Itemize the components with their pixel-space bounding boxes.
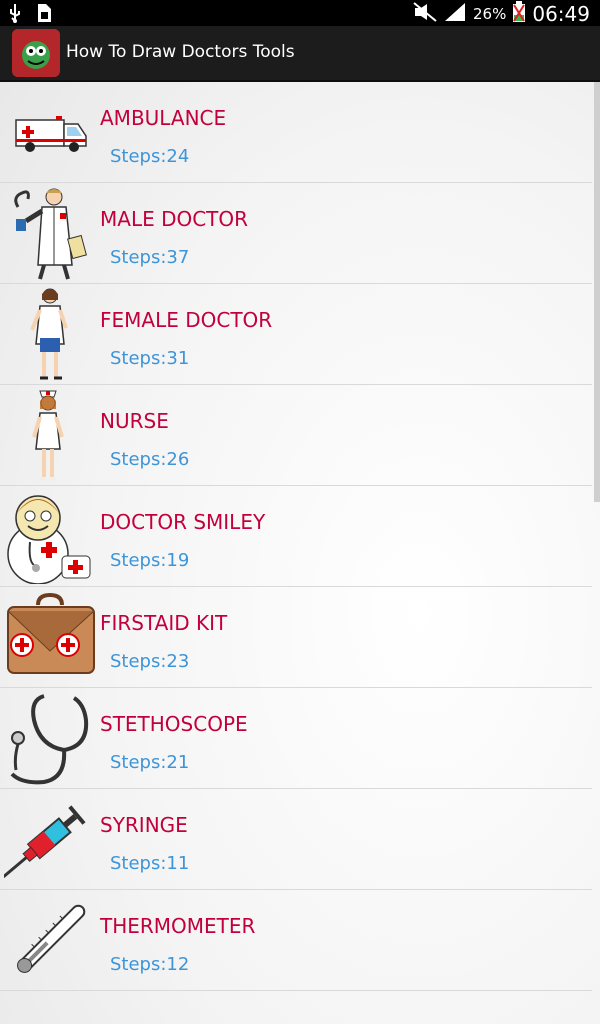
list-item[interactable]: AMBULANCE Steps:24 — [0, 82, 592, 183]
item-title: SYRINGE — [100, 813, 188, 837]
item-steps: Steps:21 — [110, 752, 190, 773]
doctor-smiley-icon — [4, 488, 96, 585]
list-item[interactable]: FIRSTAID KIT Steps:23 — [0, 587, 592, 688]
status-bar: 26% 06:49 — [0, 0, 600, 26]
list-item[interactable]: NURSE Steps:26 — [0, 385, 592, 486]
item-title: AMBULANCE — [100, 106, 227, 130]
app-icon[interactable] — [12, 29, 60, 77]
stethoscope-icon — [4, 690, 96, 786]
item-title: STETHOSCOPE — [100, 712, 248, 736]
battery-icon — [512, 1, 526, 27]
mute-icon — [413, 2, 437, 26]
usb-icon — [8, 3, 22, 27]
signal-icon — [443, 1, 467, 27]
item-steps: Steps:31 — [110, 348, 190, 369]
list-item[interactable]: MALE DOCTOR Steps:37 — [0, 183, 592, 284]
sim-icon — [36, 3, 52, 27]
firstaid-kit-icon — [4, 589, 96, 685]
item-title: NURSE — [100, 409, 169, 433]
item-title: DOCTOR SMILEY — [100, 510, 266, 534]
item-title: FIRSTAID KIT — [100, 611, 228, 635]
thermometer-icon — [4, 892, 96, 988]
battery-percent: 26% — [473, 5, 507, 23]
female-doctor-icon — [4, 286, 96, 382]
list-item[interactable]: SYRINGE Steps:11 — [0, 789, 592, 890]
clock: 06:49 — [532, 2, 590, 26]
item-steps: Steps:11 — [110, 853, 190, 874]
list-item[interactable]: DOCTOR SMILEY Steps:19 — [0, 486, 592, 587]
list-item[interactable]: FEMALE DOCTOR Steps:31 — [0, 284, 592, 385]
syringe-icon — [2, 791, 96, 887]
tools-list: AMBULANCE Steps:24 MALE DOCTOR Steps:37 — [0, 82, 592, 991]
item-steps: Steps:24 — [110, 146, 190, 167]
list-item[interactable]: STETHOSCOPE Steps:21 — [0, 688, 592, 789]
item-steps: Steps:26 — [110, 449, 190, 470]
item-title: THERMOMETER — [100, 914, 256, 938]
action-bar: How To Draw Doctors Tools — [0, 26, 600, 82]
item-steps: Steps:23 — [110, 651, 190, 672]
male-doctor-icon — [4, 185, 96, 281]
app-title: How To Draw Doctors Tools — [66, 42, 295, 62]
item-steps: Steps:12 — [110, 954, 190, 975]
item-steps: Steps:37 — [110, 247, 190, 268]
ambulance-icon — [4, 84, 96, 180]
list-item[interactable]: THERMOMETER Steps:12 — [0, 890, 592, 991]
item-title: MALE DOCTOR — [100, 207, 249, 231]
item-title: FEMALE DOCTOR — [100, 308, 273, 332]
scrollbar[interactable] — [594, 82, 600, 502]
item-steps: Steps:19 — [110, 550, 190, 571]
nurse-icon — [4, 387, 96, 483]
